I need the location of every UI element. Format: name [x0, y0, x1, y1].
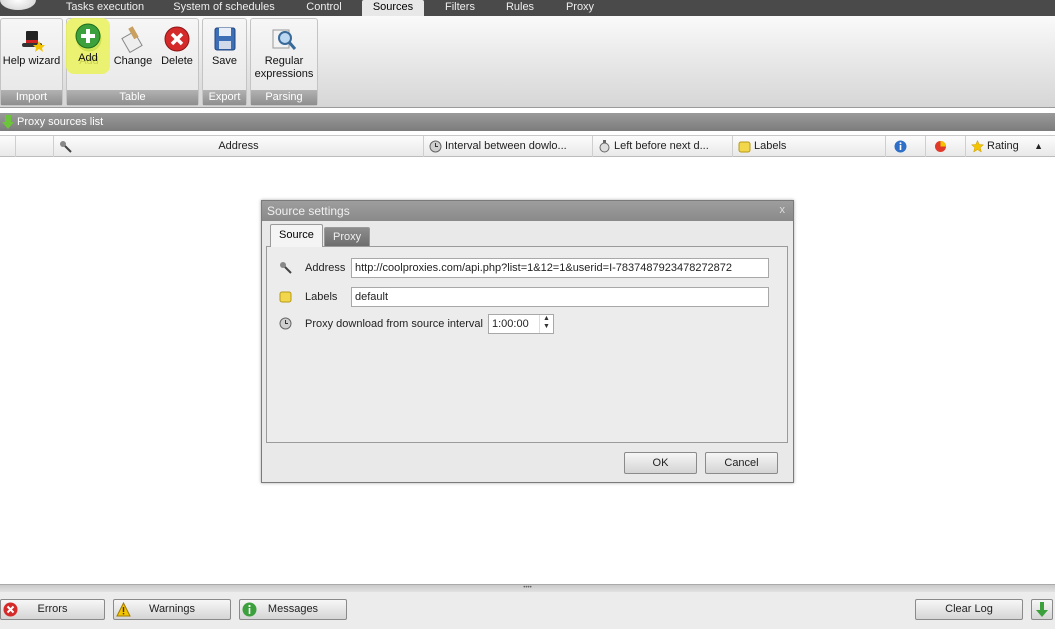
down-arrow-icon	[2, 115, 14, 129]
tab-rules[interactable]: Rules	[494, 0, 546, 16]
interval-value: 1:00:00	[492, 318, 529, 330]
timer-icon	[599, 139, 610, 153]
change-button[interactable]: Change	[111, 21, 155, 67]
save-label: Save	[211, 55, 238, 67]
log-splitter[interactable]: ••••	[0, 584, 1055, 592]
grid-header: Address Interval between dowlo... Left b…	[0, 135, 1055, 157]
group-title-export: Export	[203, 90, 246, 105]
interval-row: Proxy download from source interval 1:00…	[279, 314, 779, 334]
address-input[interactable]: http://coolproxies.com/api.php?list=1&12…	[351, 258, 769, 278]
errors-label: Errors	[37, 603, 68, 615]
labels-label: Labels	[305, 291, 338, 303]
tab-filters[interactable]: Filters	[430, 0, 490, 16]
ribbon-group-parsing: Regular expressions Parsing	[250, 18, 318, 106]
warnings-button[interactable]: Warnings	[113, 599, 231, 620]
tab-source[interactable]: Source	[270, 224, 323, 247]
main-tab-bar: Tasks execution System of schedules Cont…	[0, 0, 1055, 16]
col-left-label: Left before next d...	[614, 140, 709, 152]
add-plus-icon	[75, 23, 101, 49]
ribbon-group-import: Help wizard Import	[0, 18, 63, 106]
col-indicator[interactable]	[0, 136, 16, 157]
app-logo[interactable]	[0, 0, 36, 10]
source-settings-dialog: Source settings x Source Proxy Address h…	[261, 200, 794, 483]
ribbon-group-export: Save Export	[202, 18, 247, 106]
labels-row: Labels default	[279, 287, 779, 307]
address-row: Address http://coolproxies.com/api.php?l…	[279, 258, 779, 278]
labels-input[interactable]: default	[351, 287, 769, 307]
sort-ascending-icon[interactable]: ▲	[1034, 136, 1043, 157]
regular-expressions-label-2: expressions	[254, 68, 314, 80]
clock-icon	[429, 140, 442, 153]
regular-expressions-label-1: Regular	[264, 55, 304, 67]
error-icon	[3, 602, 18, 617]
col-left-before-next[interactable]: Left before next d...	[593, 136, 733, 157]
address-key-icon	[280, 262, 292, 274]
col-address[interactable]: Address	[54, 136, 424, 157]
regex-search-icon	[272, 29, 297, 50]
add-button-overlay[interactable]: Add	[66, 18, 110, 64]
source-tab-panel: Address http://coolproxies.com/api.php?l…	[266, 246, 788, 443]
green-down-arrow-icon	[1036, 602, 1048, 617]
group-title-table: Table	[67, 90, 198, 105]
delete-button[interactable]: Delete	[155, 21, 199, 67]
add-overlay-label: Add	[78, 52, 98, 64]
log-toolbar: Errors Warnings Messages Clear Log	[0, 592, 1055, 629]
group-title-import: Import	[1, 90, 62, 105]
labels-tag-icon	[738, 141, 751, 153]
col-status[interactable]	[926, 136, 966, 157]
regular-expressions-button[interactable]: Regular expressions	[251, 21, 317, 81]
spinner-arrows-icon[interactable]: ▲ ▼	[539, 315, 553, 333]
warning-icon	[116, 602, 131, 617]
col-info[interactable]	[886, 136, 926, 157]
col-checkbox[interactable]	[16, 136, 54, 157]
col-labels-label: Labels	[754, 140, 787, 152]
star-icon	[971, 139, 984, 153]
address-label: Address	[305, 262, 346, 274]
interval-label: Proxy download from source interval	[305, 318, 483, 330]
tab-tasks-execution[interactable]: Tasks execution	[48, 0, 162, 16]
delete-label: Delete	[161, 55, 193, 67]
col-address-label: Address	[218, 140, 259, 152]
col-interval-label: Interval between dowlo...	[445, 140, 567, 152]
tab-control[interactable]: Control	[288, 0, 360, 16]
section-header: Proxy sources list	[0, 113, 1055, 131]
help-wizard-label: Help wizard	[2, 55, 61, 67]
col-rating[interactable]: Rating ▲	[966, 136, 1055, 157]
change-label: Change	[113, 55, 153, 67]
cancel-button[interactable]: Cancel	[705, 452, 778, 474]
save-button[interactable]: Save	[203, 21, 246, 67]
col-labels[interactable]: Labels	[733, 136, 886, 157]
message-info-icon	[242, 602, 257, 617]
messages-button[interactable]: Messages	[239, 599, 347, 620]
tab-sources[interactable]: Sources	[362, 0, 424, 16]
ribbon-toolbar: Help wizard Import Add Change Delete	[0, 16, 1055, 108]
section-title: Proxy sources list	[17, 116, 104, 128]
tab-proxy-settings[interactable]: Proxy	[324, 227, 371, 246]
floppy-save-icon	[214, 27, 235, 51]
group-title-parsing: Parsing	[251, 90, 317, 105]
brush-edit-icon	[121, 26, 143, 53]
clear-log-button[interactable]: Clear Log	[915, 599, 1023, 620]
errors-button[interactable]: Errors	[0, 599, 105, 620]
help-wizard-button[interactable]: Help wizard	[1, 21, 62, 67]
messages-label: Messages	[267, 603, 319, 615]
wizard-hat-icon	[21, 31, 45, 52]
info-icon	[894, 140, 907, 153]
col-interval[interactable]: Interval between dowlo...	[424, 136, 593, 157]
clock-icon	[279, 317, 292, 330]
interval-spinner[interactable]: 1:00:00 ▲ ▼	[488, 314, 554, 334]
scroll-down-button[interactable]	[1031, 599, 1053, 620]
col-rating-label: Rating	[987, 140, 1019, 152]
labels-tag-icon	[279, 291, 292, 303]
dialog-close-icon[interactable]: x	[780, 204, 786, 216]
dialog-title: Source settings	[262, 201, 793, 221]
status-pie-icon	[935, 140, 946, 152]
tab-system-of-schedules[interactable]: System of schedules	[164, 0, 284, 16]
delete-x-icon	[164, 26, 190, 52]
tab-proxy[interactable]: Proxy	[552, 0, 608, 16]
warnings-label: Warnings	[148, 603, 196, 615]
ok-button[interactable]: OK	[624, 452, 697, 474]
